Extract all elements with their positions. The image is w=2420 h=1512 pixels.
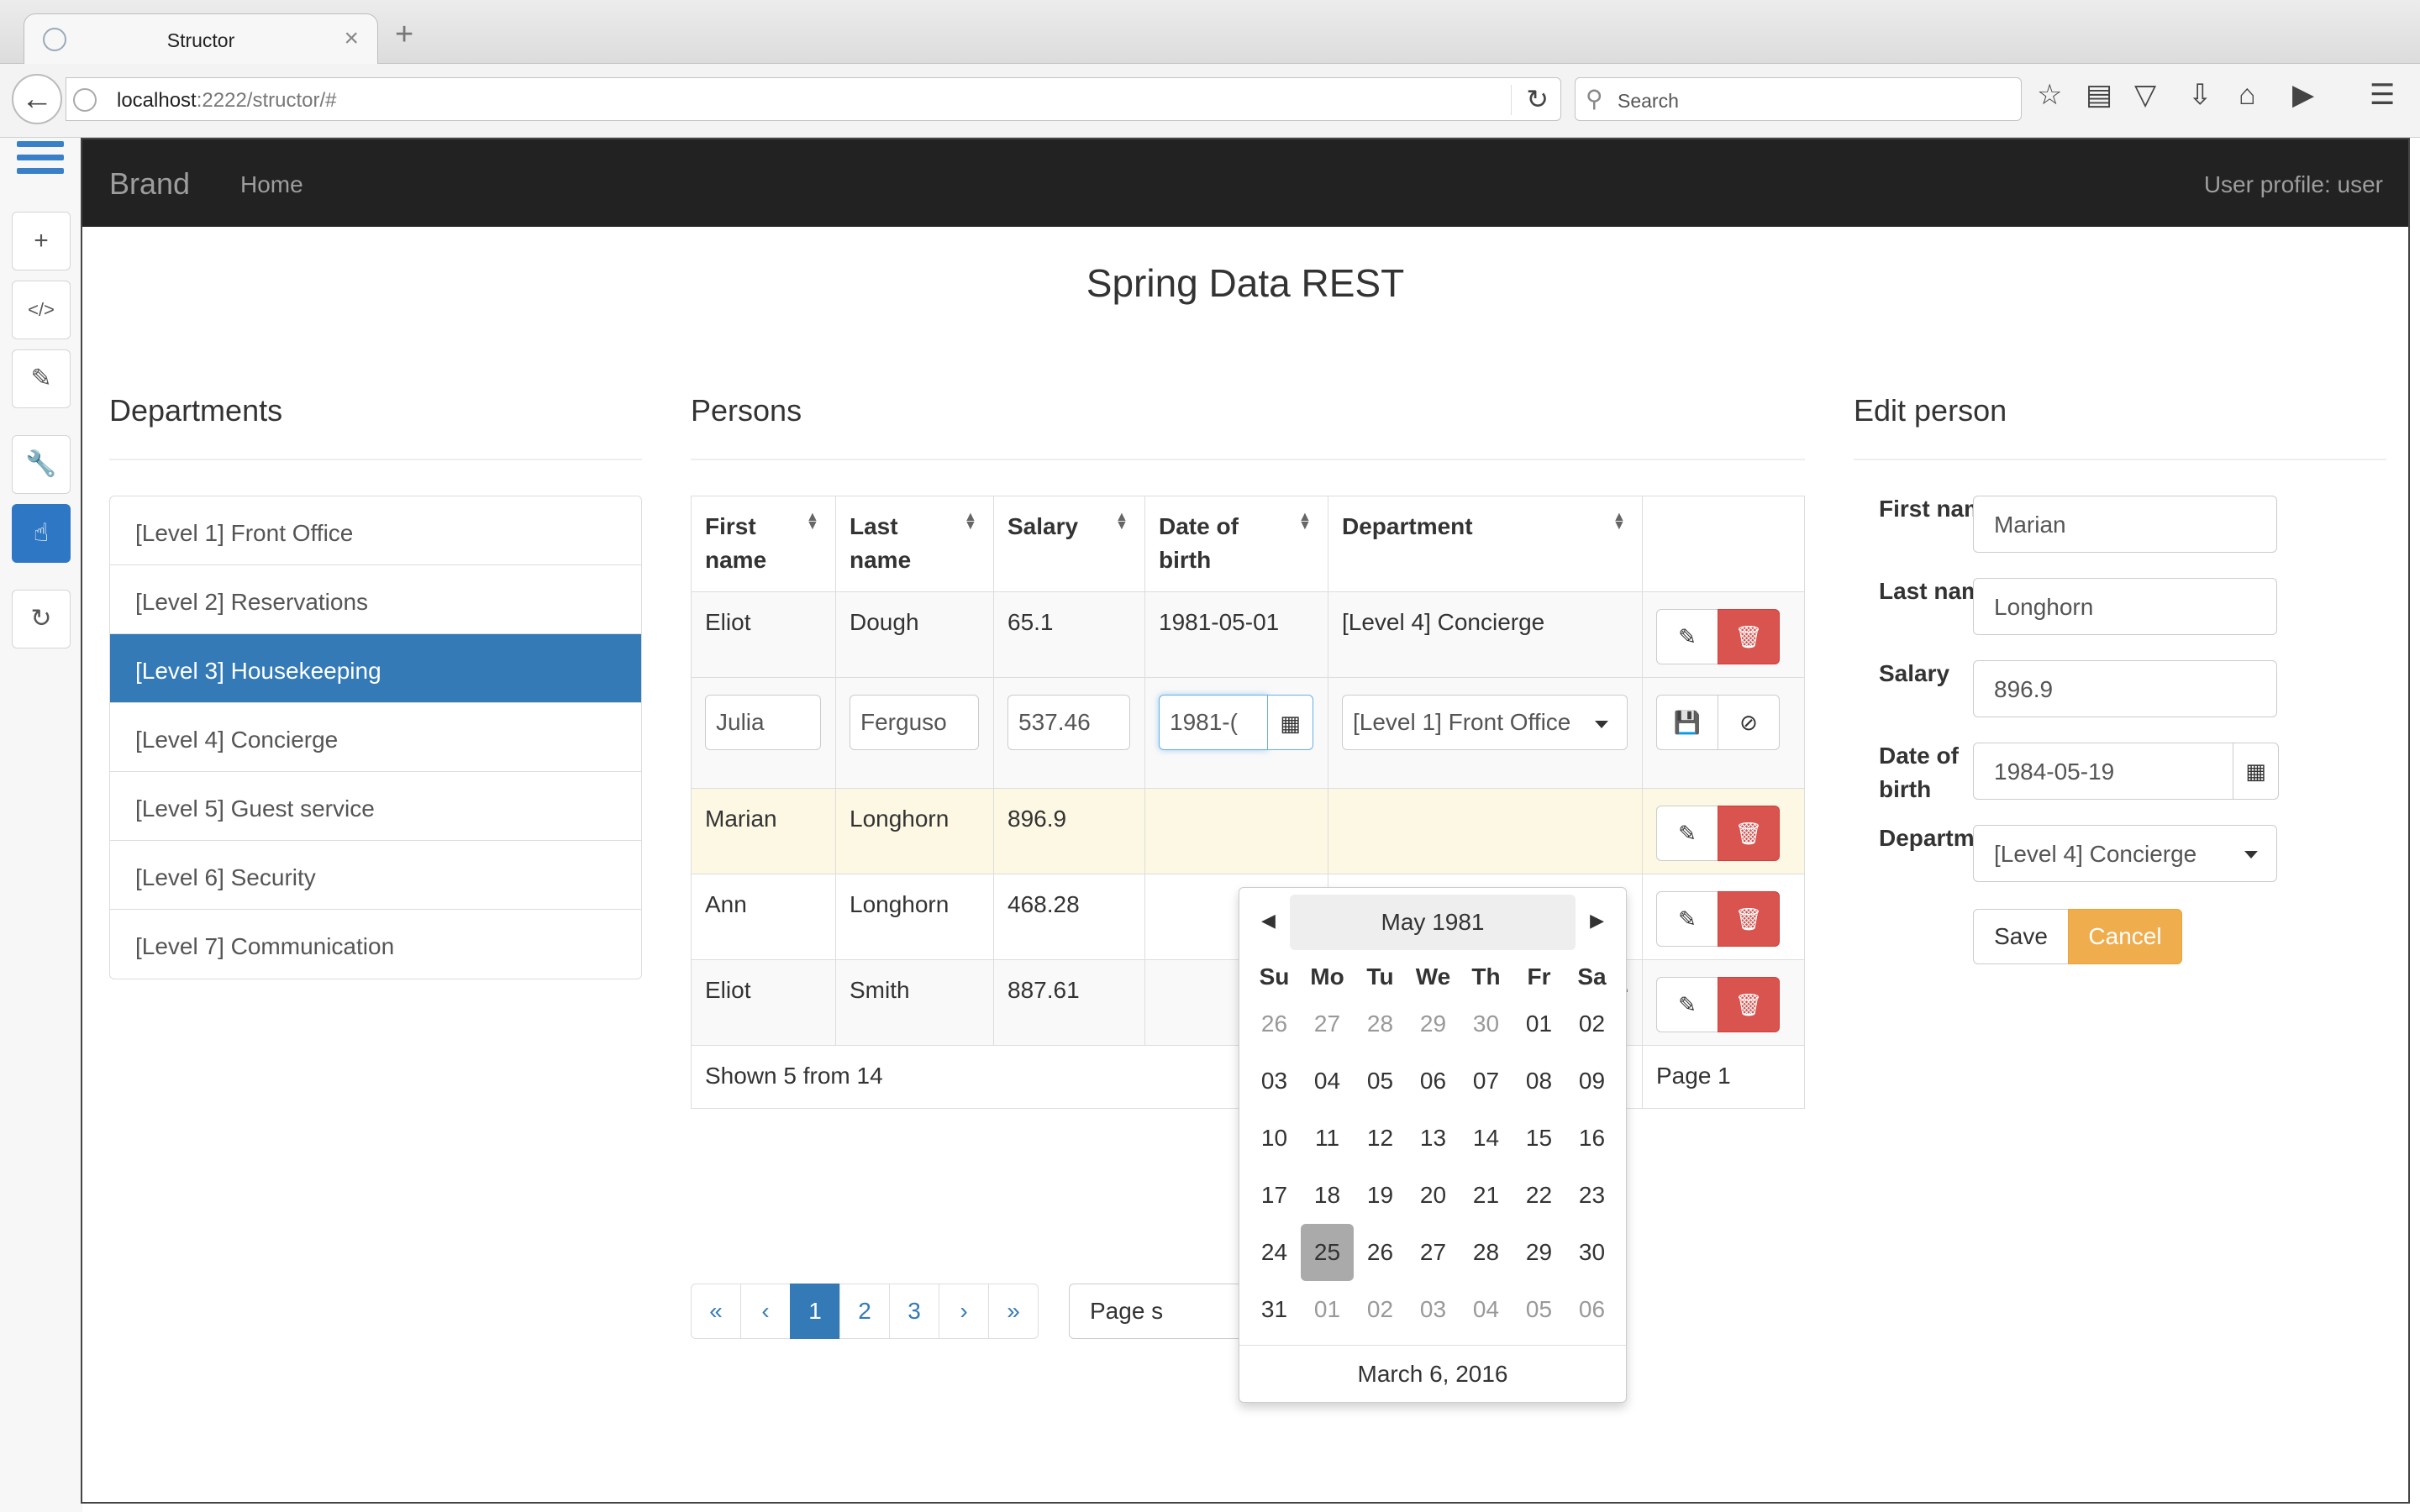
department-item[interactable]: [Level 5] Guest service [110,772,641,841]
persons-heading: Persons [691,393,802,428]
url-text[interactable]: localhost:2222/structor/# [117,89,337,113]
nav-home-link[interactable]: Home [240,171,303,198]
department-item[interactable]: [Level 2] Reservations [110,565,641,634]
department-item-selected[interactable]: [Level 3] Housekeeping [110,634,641,703]
search-placeholder: Search [1618,90,1679,112]
home-icon[interactable]: ⌂ [2238,81,2256,109]
tab-title: Structor [166,29,235,51]
bookmark-star-icon[interactable]: ☆ [2037,81,2062,109]
department-item[interactable]: [Level 6] Security [110,841,641,910]
department-select-value: [Level 4] Concierge [1994,841,2197,867]
reading-list-icon[interactable]: ▤ [2086,81,2112,109]
last-name-field[interactable]: Longhorn [1973,578,2277,635]
department-item[interactable]: [Level 1] Front Office [110,496,641,565]
browser-tab-strip: Structor × + [0,0,2420,66]
first-name-input[interactable]: Julia [705,695,821,750]
cell-first-name: Marian [692,789,836,874]
cell-first-name: Eliot [692,592,836,677]
salary-field[interactable]: 896.9 [1973,660,2277,717]
dob-label: Date of birth [1879,743,1959,802]
cell-first-name: Julia [692,678,836,788]
pagination-page-1[interactable]: 1 [790,1284,840,1339]
pagination-first[interactable]: « [691,1284,741,1339]
reload-icon[interactable]: ↻ [1526,83,1549,115]
dob-field[interactable]: 1984-05-19 [1973,743,2233,800]
hamburger-menu-icon[interactable] [17,141,64,181]
salary-label: Salary [1879,660,1950,686]
department-item[interactable]: [Level 7] Communication [110,910,641,979]
chevron-down-icon [2244,851,2258,858]
edit-person-form: First name Marian Last name Longhorn Sal… [840,139,2412,1502]
add-icon[interactable]: + [12,212,71,270]
code-icon[interactable]: </> [12,281,71,339]
browser-toolbar: ← localhost:2222/structor/# ↻ ⚲ Search ☆… [0,64,2420,138]
department-item[interactable]: [Level 4] Concierge [110,703,641,772]
download-icon[interactable]: ⇩ [2188,81,2212,109]
browser-search-input[interactable]: ⚲ Search [1575,77,2022,121]
brand-link[interactable]: Brand [109,166,190,202]
save-button[interactable]: Save [1973,909,2069,964]
calendar-icon[interactable]: ▦ [2233,743,2279,800]
first-name-field[interactable]: Marian [1973,496,2277,553]
url-bar[interactable]: localhost:2222/structor/# ↻ [66,77,1561,121]
paint-brush-icon[interactable]: ✎ [12,349,71,408]
pagination-prev[interactable]: ‹ [740,1284,791,1339]
cell-first-name: Ann [692,874,836,959]
department-select[interactable]: [Level 4] Concierge [1973,825,2277,882]
pocket-icon[interactable]: ▽ [2134,81,2156,109]
url-separator [1511,85,1512,115]
hand-pointer-icon[interactable]: ☝ [12,504,71,563]
app-frame: Brand Home User profile: user Spring Dat… [81,138,2410,1504]
site-info-icon[interactable] [73,88,97,112]
back-arrow-icon[interactable]: ← [12,74,62,124]
wrench-icon[interactable]: 🔧 [12,435,71,494]
new-tab-button[interactable]: + [395,18,413,50]
structor-toolbar: + </> ✎ 🔧 ☝ ↻ [0,138,82,1512]
tab-close-icon[interactable]: × [344,24,359,53]
departments-heading: Departments [109,393,283,428]
departments-list: [Level 1] Front Office [Level 2] Reserva… [109,496,642,979]
cell-first-name: Eliot [692,960,836,1045]
cancel-button[interactable]: Cancel [2068,909,2182,964]
search-icon: ⚲ [1586,86,1603,112]
youtube-icon[interactable]: ▶ [2292,81,2314,109]
browser-tab[interactable]: Structor × [24,13,378,66]
refresh-icon[interactable]: ↻ [12,590,71,648]
browser-menu-icon[interactable]: ☰ [2370,81,2395,109]
departments-divider [109,459,642,460]
